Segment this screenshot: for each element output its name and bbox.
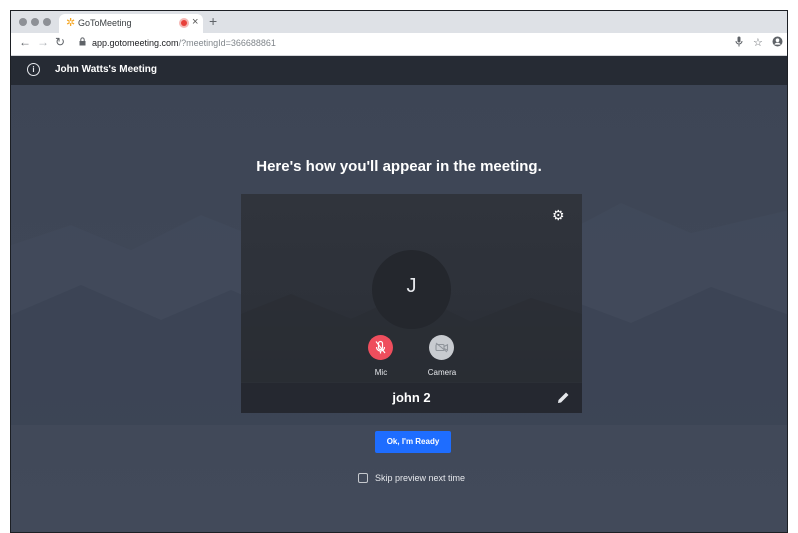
- info-icon[interactable]: i: [27, 63, 40, 76]
- video-preview: ⚙ J Mic Camera: [241, 194, 582, 382]
- lock-icon: [79, 37, 86, 48]
- preview-card: ⚙ J Mic Camera john 2: [241, 194, 582, 413]
- reload-icon[interactable]: ↻: [55, 35, 65, 49]
- display-name: john 2: [392, 390, 431, 405]
- preview-area: Here's how you'll appear in the meeting.…: [11, 85, 787, 532]
- avatar-initial: J: [406, 275, 417, 297]
- camera-off-icon: [435, 342, 449, 353]
- camera-toggle-button[interactable]: [429, 335, 454, 360]
- back-arrow-icon[interactable]: ←: [19, 35, 31, 49]
- profile-icon[interactable]: [772, 36, 783, 50]
- url-field[interactable]: app.gotomeeting.com/?meetingId=366688861: [71, 36, 731, 52]
- skip-preview-label[interactable]: Skip preview next time: [375, 473, 465, 483]
- ok-im-ready-button[interactable]: Ok, I'm Ready: [375, 431, 451, 453]
- tab-title: GoToMeeting: [78, 18, 132, 28]
- window-minimize-dot[interactable]: [31, 18, 39, 26]
- url-path: /?meetingId=366688861: [178, 38, 276, 48]
- edit-name-pencil-icon[interactable]: [557, 391, 570, 409]
- avatar: J: [372, 250, 451, 329]
- recording-indicator-icon: [181, 20, 187, 26]
- skip-preview-checkbox[interactable]: [358, 473, 368, 483]
- settings-gear-icon[interactable]: ⚙: [552, 208, 565, 222]
- star-icon[interactable]: ☆: [753, 36, 763, 49]
- new-tab-button[interactable]: +: [209, 13, 217, 29]
- mic-toggle-button[interactable]: [368, 335, 393, 360]
- browser-window: ✲ GoToMeeting × + ← → ↻ app.gotomeeting.…: [10, 10, 788, 533]
- mic-muted-icon: [375, 340, 386, 354]
- app-header: i John Watts's Meeting: [11, 56, 787, 85]
- name-bar: john 2: [241, 383, 582, 413]
- gotomeeting-logo-icon: ✲: [66, 17, 76, 29]
- mic-label: Mic: [374, 368, 388, 377]
- window-close-dot[interactable]: [19, 18, 27, 26]
- microphone-icon[interactable]: [735, 36, 743, 50]
- forward-arrow-icon[interactable]: →: [37, 35, 49, 49]
- tab-close-icon[interactable]: ×: [192, 16, 198, 28]
- url-host: app.gotomeeting.com: [92, 38, 179, 48]
- url-text: app.gotomeeting.com/?meetingId=366688861: [92, 38, 276, 48]
- window-maximize-dot[interactable]: [43, 18, 51, 26]
- address-bar: ← → ↻ app.gotomeeting.com/?meetingId=366…: [11, 33, 787, 56]
- camera-label: Camera: [427, 368, 457, 377]
- tab-strip: ✲ GoToMeeting × +: [11, 11, 787, 33]
- meeting-title: John Watts's Meeting: [55, 64, 158, 75]
- browser-tab[interactable]: ✲ GoToMeeting ×: [59, 14, 203, 33]
- preview-headline: Here's how you'll appear in the meeting.: [256, 158, 542, 175]
